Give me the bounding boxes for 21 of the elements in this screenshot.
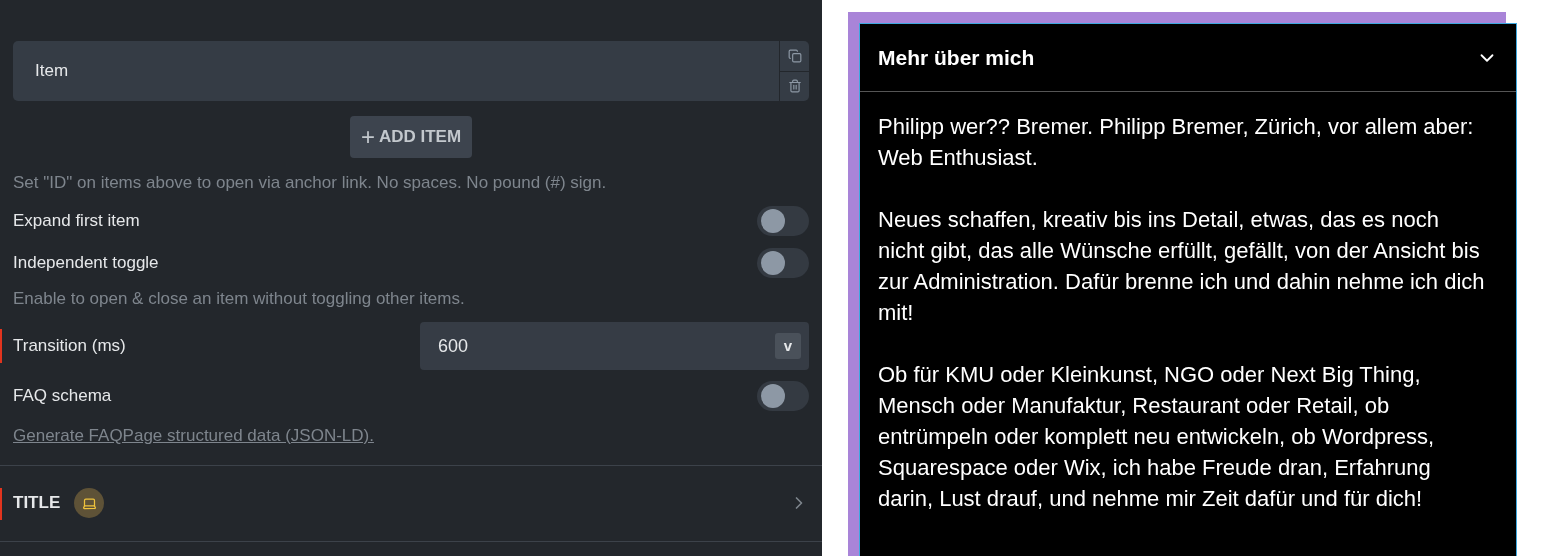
paragraph: Ob für KMU oder Kleinkunst, NGO oder Next Big Thing, Mensch oder Manufaktur, Restaurant oder Retail, ob entrümpeln oder komplett neu entwickeln, ob Wordpress, Squarespace oder Wix, ich habe Freude dran, Erfahrung darin, Lust drauf, und nehme mir Zeit dafür und für dich! bbox=[878, 361, 1435, 513]
toggle-switch[interactable] bbox=[757, 381, 809, 411]
section-title[interactable]: TITLE bbox=[13, 490, 61, 516]
laptop-icon bbox=[74, 488, 105, 518]
setting-label: FAQ schema bbox=[13, 385, 112, 408]
setting-hint: Enable to open & close an item without toggling other items. bbox=[13, 287, 466, 310]
toggle-switch[interactable] bbox=[757, 247, 809, 278]
setting-label: Independent toggle bbox=[13, 251, 159, 274]
item-label: Item bbox=[34, 60, 70, 83]
paragraph: Philipp wer?? Bremer. Philipp Bremer, Zürich, vor allem aber: Web Enthusiast. bbox=[878, 113, 1475, 172]
toggle-switch[interactable] bbox=[757, 205, 809, 236]
setting-label: Expand first item bbox=[13, 209, 140, 232]
transition-input[interactable]: 600 v bbox=[420, 322, 809, 370]
accordion-header[interactable]: Mehr über mich bbox=[860, 24, 1516, 92]
add-item-button[interactable]: + ADD ITEM bbox=[349, 116, 473, 158]
unit-badge[interactable]: v bbox=[775, 333, 801, 359]
schema-link[interactable]: Generate FAQPage structured data (JSON-LD). bbox=[13, 423, 374, 449]
item-row[interactable]: Item bbox=[13, 41, 809, 101]
paragraph: Neues schaffen, kreativ bis ins Detail, etwas, das es noch nicht gibt, das alle Wünsche erfüllt, gefällt, von der Ansicht bis zur Administration. Dafür brenne ich und dahin nehme ich dich mit! bbox=[878, 206, 1486, 327]
setting-label: Transition (ms) bbox=[13, 335, 126, 358]
add-item-hint: Set "ID" on items above to open via anchor link. No spaces. No pound (#) sign. bbox=[13, 172, 608, 194]
